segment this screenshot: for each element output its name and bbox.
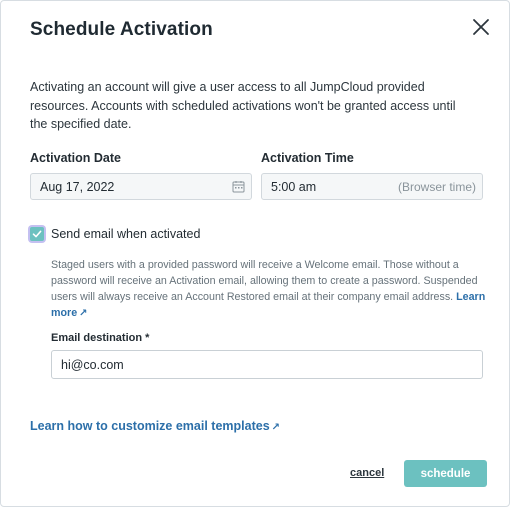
activation-time-field[interactable]: 5:00 am (Browser time) [261,173,483,200]
activation-time-value: 5:00 am [271,179,317,194]
checkmark-icon [32,230,42,238]
customize-templates-link[interactable]: Learn how to customize email templates ↗ [30,419,280,433]
schedule-activation-dialog: Schedule Activation Activating an accoun… [0,0,510,507]
close-icon[interactable] [469,15,493,39]
external-link-icon: ↗ [79,308,88,319]
close-button[interactable] [469,15,493,39]
email-destination-label: Email destination * [51,332,150,344]
send-email-label[interactable]: Send email when activated [51,227,200,241]
email-note: Staged users with a provided password wi… [51,257,491,322]
activation-date-label: Activation Date [30,151,121,165]
calendar-icon[interactable] [232,180,245,196]
activation-date-field[interactable]: Aug 17, 2022 [30,173,252,200]
activation-time-label: Activation Time [261,151,354,165]
customize-templates-link-wrap: Learn how to customize email templates ↗ [30,419,280,433]
schedule-button[interactable]: schedule [404,460,487,487]
intro-text: Activating an account will give a user a… [30,80,456,131]
cancel-button[interactable]: cancel [350,467,384,479]
send-email-checkbox[interactable] [30,227,44,241]
email-destination-input[interactable] [51,350,483,379]
browser-time-suffix: (Browser time) [397,180,476,194]
external-link-icon: ↗ [271,422,281,433]
email-note-text: Staged users with a provided password wi… [51,259,478,303]
activation-date-value: Aug 17, 2022 [40,179,115,194]
dialog-title: Schedule Activation [30,19,213,40]
